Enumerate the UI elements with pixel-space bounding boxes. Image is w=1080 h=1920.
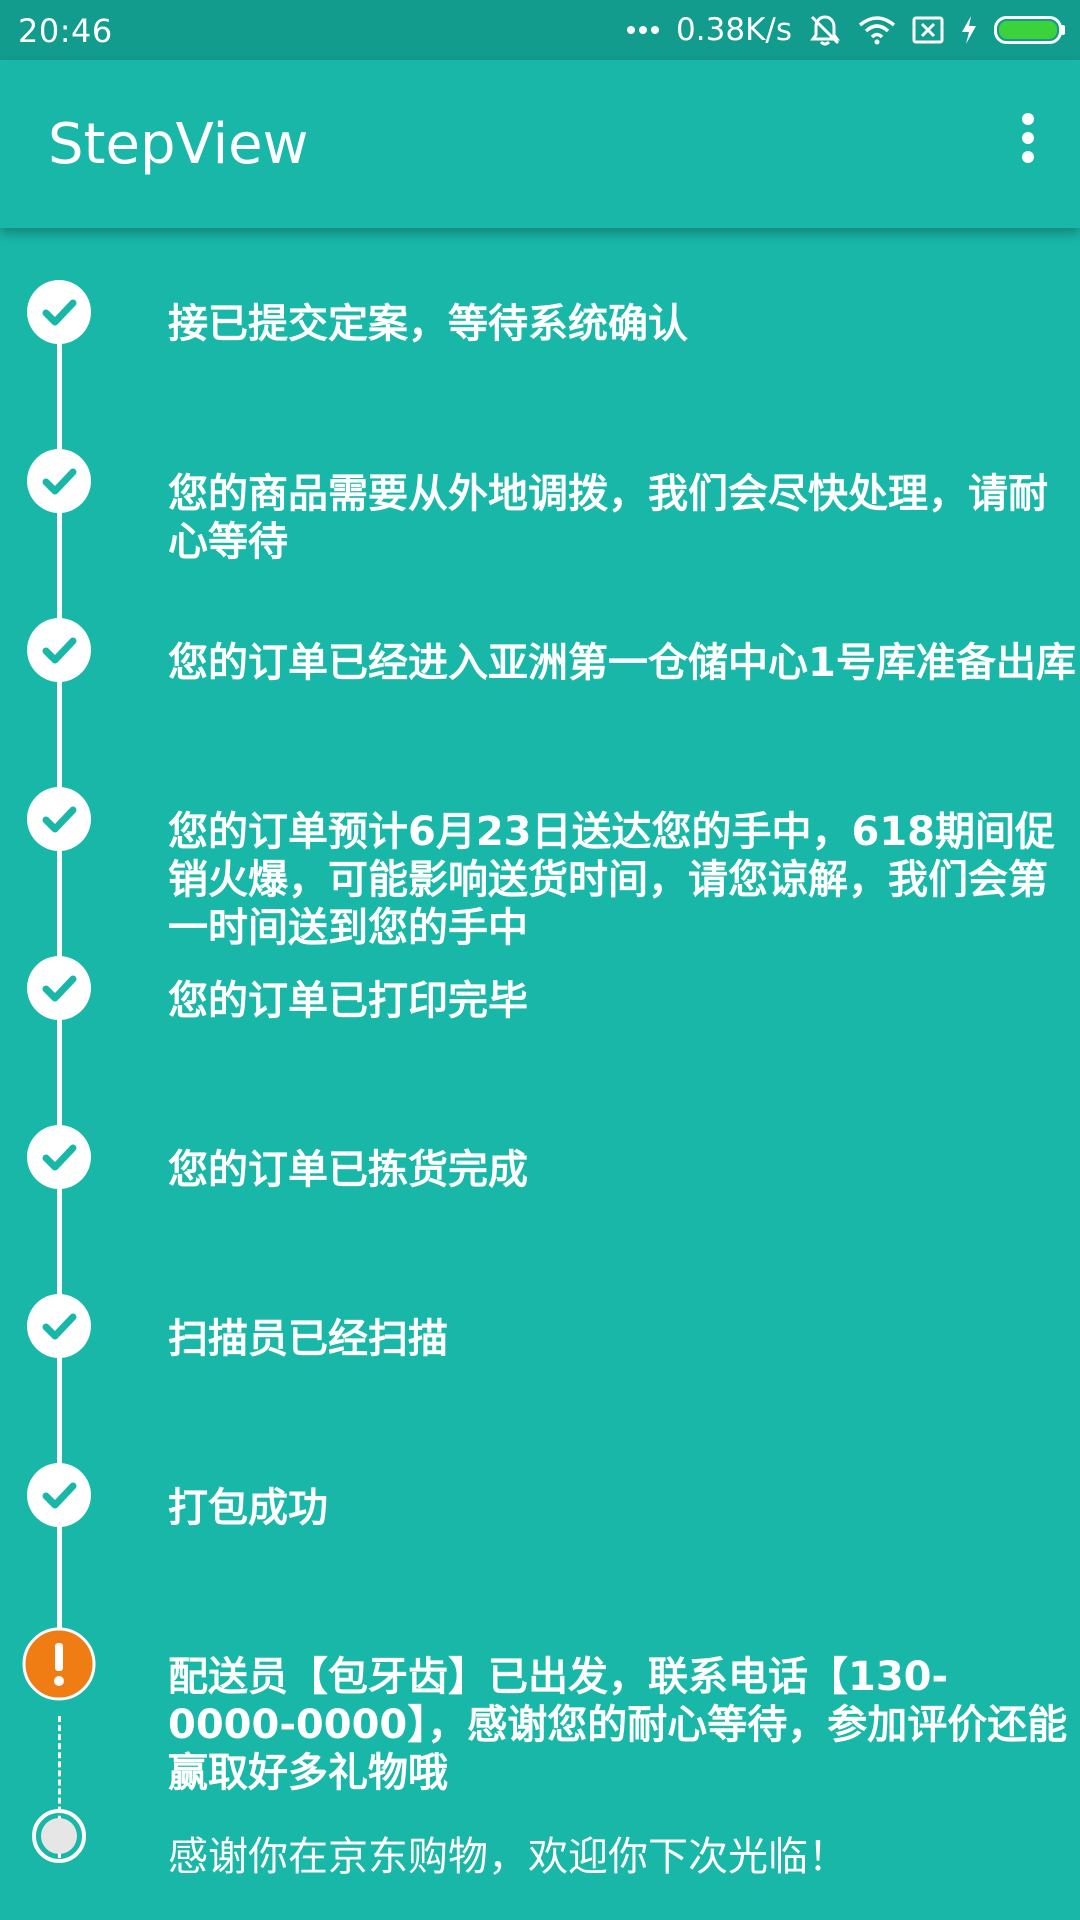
overflow-menu-button[interactable]	[998, 108, 1058, 172]
app-bar: StepView	[0, 60, 1080, 228]
overflow-menu-icon	[1021, 112, 1035, 168]
status-icons: 0.38K/s	[626, 10, 1066, 50]
check-icon	[27, 280, 91, 344]
wifi-icon	[858, 15, 896, 45]
step-text: 您的商品需要从外地调拨，我们会尽快处理，请耐心等待	[168, 471, 1048, 565]
silent-bell-icon	[808, 13, 842, 47]
step-text: 扫描员已经扫描	[168, 1316, 448, 1362]
check-icon	[27, 1125, 91, 1189]
check-icon	[27, 1463, 91, 1527]
step-text: 接已提交定案，等待系统确认	[168, 301, 688, 347]
check-icon	[27, 787, 91, 851]
charging-bolt-icon	[960, 15, 978, 45]
network-speed: 0.38K/s	[676, 12, 792, 48]
status-bar: 20:46 0.38K/s	[0, 0, 1080, 60]
no-sim-icon	[912, 15, 944, 45]
attention-icon	[22, 1627, 96, 1701]
check-icon	[27, 618, 91, 682]
step-text: 您的订单已打印完毕	[168, 978, 528, 1024]
step-text: 打包成功	[168, 1485, 328, 1531]
step-text: 您的订单已经进入亚洲第一仓储中心1号库准备出库	[168, 640, 1076, 686]
battery-icon	[994, 15, 1066, 45]
check-icon	[27, 1294, 91, 1358]
pending-circle-icon	[31, 1808, 87, 1864]
status-time: 20:46	[18, 12, 113, 50]
step-text: 您的订单已拣货完成	[168, 1147, 528, 1193]
step-text: 配送员【包牙齿】已出发，联系电话【130-0000-0000】，感谢您的耐心等待…	[168, 1654, 1068, 1796]
step-view: 接已提交定案，等待系统确认 您的商品需要从外地调拨，我们会尽快处理，请耐心等待 …	[0, 228, 1080, 1920]
check-icon	[27, 956, 91, 1020]
step-text: 您的订单预计6月23日送达您的手中，618期间促销火爆，可能影响送货时间，请您谅…	[168, 809, 1055, 951]
step-text: 感谢你在京东购物，欢迎你下次光临！	[168, 1834, 848, 1880]
app-title: StepView	[48, 112, 309, 177]
check-icon	[27, 449, 91, 513]
more-dots-icon	[626, 25, 660, 35]
